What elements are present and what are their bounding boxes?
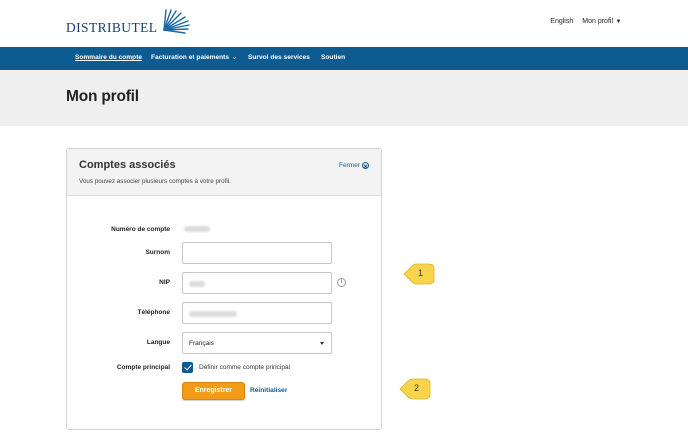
close-label: Fermer	[339, 162, 360, 169]
nip-value-redacted	[189, 281, 205, 287]
callout-2-number: 2	[414, 383, 420, 393]
logo-text: DISTRIBUTEL	[66, 19, 158, 35]
main-nav: Sommaire du compte Facturation et paieme…	[0, 47, 688, 70]
nav-soutien[interactable]: Soutien	[321, 54, 345, 61]
nav-survol[interactable]: Survol des services	[248, 54, 310, 61]
chevron-down-icon: ▼	[615, 19, 622, 25]
surnom-label: Surnom	[145, 249, 170, 256]
account-number-label: Numéro de compte	[111, 226, 170, 233]
card-title: Comptes associés	[79, 159, 176, 171]
chevron-down-icon	[320, 342, 324, 345]
page-title: Mon profil	[66, 88, 139, 105]
callout-1-number: 1	[418, 268, 424, 278]
callout-2: 2	[398, 378, 432, 400]
chevron-down-icon: ⌄	[232, 55, 238, 61]
distributel-logo[interactable]: DISTRIBUTEL	[66, 8, 191, 36]
nav-sommaire[interactable]: Sommaire du compte	[75, 54, 142, 61]
info-icon[interactable]: i	[337, 278, 346, 287]
langue-selected-value: Français	[189, 340, 214, 347]
nav-facturation-label: Facturation et paiements	[151, 54, 230, 61]
linked-accounts-card: Comptes associés Vous pouvez associer pl…	[66, 148, 382, 430]
profile-menu-label: Mon profil	[582, 18, 613, 25]
english-link[interactable]: English	[550, 18, 573, 25]
langue-select[interactable]: Français	[182, 332, 332, 354]
card-subtitle: Vous pouvez associer plusieurs comptes à…	[79, 178, 231, 185]
principal-label: Compte principal	[116, 364, 170, 371]
nip-input[interactable]	[182, 272, 332, 294]
close-circle-icon	[362, 162, 369, 169]
top-header: DISTRIBUTEL English Mon profil ▼	[0, 0, 688, 47]
telephone-input[interactable]	[182, 302, 332, 324]
logo-burst-icon	[163, 9, 191, 34]
callout-1: 1	[402, 263, 436, 285]
principal-checkbox[interactable]	[182, 362, 193, 373]
nav-facturation[interactable]: Facturation et paiements ⌄	[151, 54, 238, 61]
langue-label: Langue	[146, 339, 170, 346]
principal-checkbox-label[interactable]: Définir comme compte principal	[199, 364, 290, 371]
surnom-input[interactable]	[182, 242, 332, 264]
telephone-label: Téléphone	[137, 309, 170, 316]
card-header: Comptes associés Vous pouvez associer pl…	[67, 149, 381, 196]
close-button[interactable]: Fermer	[339, 162, 369, 169]
profile-menu[interactable]: Mon profil ▼	[582, 18, 622, 25]
title-band: Mon profil	[0, 70, 688, 126]
account-number-value-redacted	[184, 226, 210, 232]
telephone-value-redacted	[189, 311, 237, 317]
nip-label: NIP	[159, 279, 170, 286]
save-button[interactable]: Enregistrer	[182, 382, 245, 400]
reset-link[interactable]: Réinitialiser	[250, 387, 287, 394]
